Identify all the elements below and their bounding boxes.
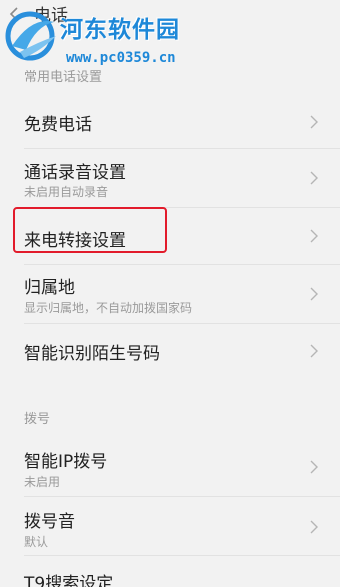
item-subtitle: 未启用自动录音 — [24, 185, 109, 199]
item-title: T9搜索设定 — [24, 574, 114, 587]
chevron-right-icon — [310, 287, 318, 301]
watermark: 河东软件园 www.pc0359.cn — [0, 6, 230, 72]
settings-item-t9-search[interactable]: T9搜索设定 — [0, 556, 340, 587]
settings-item-caller-location[interactable]: 归属地 显示归属地，不自动加拨国家码 — [0, 265, 340, 323]
chevron-right-icon — [310, 171, 318, 185]
item-title: 通话录音设置 — [24, 163, 126, 183]
watermark-site-name: 河东软件园 — [60, 16, 180, 43]
section-label-common: 常用电话设置 — [24, 70, 103, 85]
chevron-right-icon — [310, 229, 318, 243]
settings-item-smart-identify[interactable]: 智能识别陌生号码 — [0, 324, 340, 378]
watermark-url: www.pc0359.cn — [66, 50, 176, 66]
item-title: 拨号音 — [24, 512, 75, 532]
highlight-box — [13, 207, 167, 253]
item-subtitle: 显示归属地，不自动加拨国家码 — [24, 301, 193, 315]
settings-item-smart-ip-dial[interactable]: 智能IP拨号 未启用 — [0, 438, 340, 496]
item-subtitle: 未启用 — [24, 475, 61, 489]
chevron-right-icon — [310, 520, 318, 534]
settings-item-call-recording[interactable]: 通话录音设置 未启用自动录音 — [0, 149, 340, 207]
item-title: 智能识别陌生号码 — [24, 344, 160, 364]
item-title: 免费电话 — [24, 115, 92, 135]
item-subtitle: 默认 — [24, 535, 49, 549]
watermark-logo-icon — [5, 11, 56, 61]
chevron-right-icon — [310, 460, 318, 474]
item-title: 智能IP拨号 — [24, 452, 108, 472]
settings-item-dial-tone[interactable]: 拨号音 默认 — [0, 497, 340, 555]
section-label-dial: 拨号 — [24, 412, 51, 427]
chevron-right-icon — [310, 344, 318, 358]
chevron-right-icon — [310, 115, 318, 129]
item-title: 归属地 — [24, 278, 75, 298]
settings-item-free-call[interactable]: 免费电话 — [0, 96, 340, 148]
